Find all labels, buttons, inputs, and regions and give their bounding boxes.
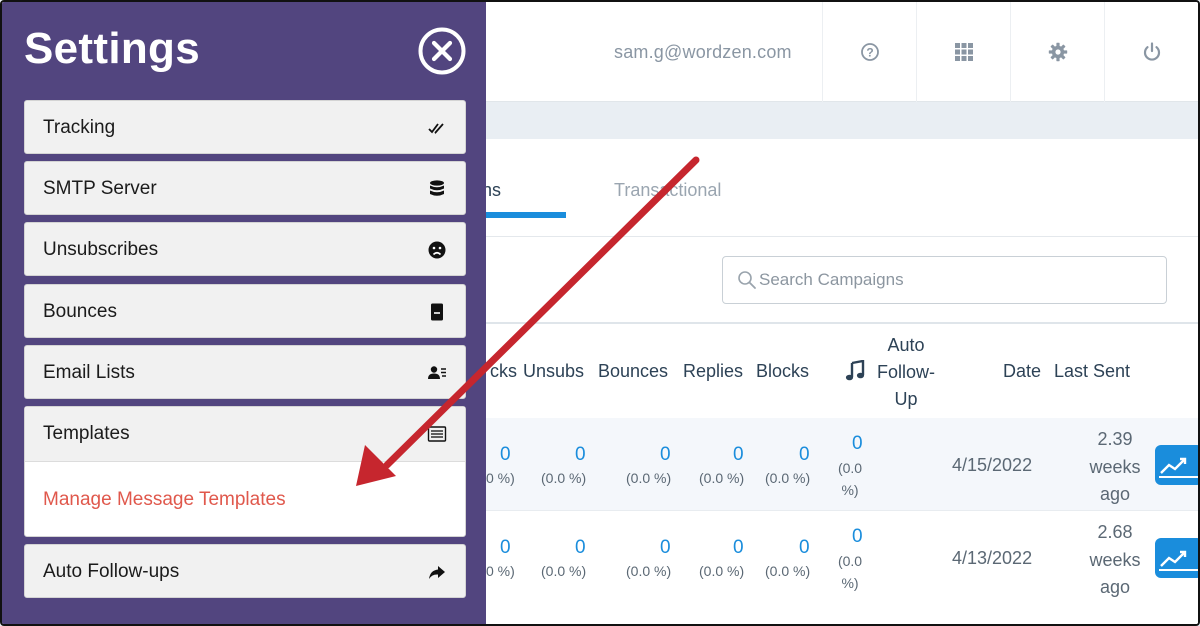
settings-item-email-lists[interactable]: Email Lists (24, 345, 466, 399)
table-header-divider (382, 322, 1198, 324)
music-note-icon (845, 360, 865, 381)
apps-button[interactable] (916, 2, 1010, 102)
auto-follow-up-line-3: Up (894, 389, 918, 409)
column-header-auto-follow-up[interactable]: Auto Follow- Up (870, 332, 942, 413)
blocks-percent: (0.0 %) (765, 563, 811, 579)
apps-grid-icon (954, 43, 973, 61)
help-button[interactable]: ? (822, 2, 916, 102)
bounces-count[interactable]: 0 (660, 537, 671, 559)
last-sent-cell: 2.39 weeks ago (1075, 426, 1155, 509)
settings-item-auto-follow-ups[interactable]: Auto Follow-ups (24, 544, 466, 598)
blocks-percent: (0.0 %) (765, 470, 811, 486)
replies-percent: (0.0 %) (699, 563, 745, 579)
column-header-date[interactable]: Date (1003, 361, 1041, 382)
search-box[interactable] (722, 256, 1167, 304)
auto-follow-up-percent: (0.0%) (830, 550, 870, 594)
auto-follow-up-line-1: Auto (887, 335, 925, 355)
search-input[interactable] (759, 270, 1139, 290)
settings-item-label: Unsubscribes (43, 239, 159, 260)
unsubs-count[interactable]: 0 (575, 537, 586, 559)
manage-message-templates-link[interactable]: Manage Message Templates (43, 489, 286, 511)
svg-text:?: ? (866, 46, 873, 60)
user-email[interactable]: sam.g@wordzen.com (614, 42, 792, 63)
settings-item-smtp-server[interactable]: SMTP Server (24, 161, 466, 215)
settings-item-bounces[interactable]: Bounces (24, 284, 466, 338)
trend-chart-icon (1159, 550, 1198, 571)
help-icon: ? (860, 43, 879, 61)
settings-button[interactable] (1010, 2, 1104, 102)
date-cell: 4/13/2022 (952, 548, 1033, 568)
settings-item-label: Email Lists (43, 362, 135, 383)
settings-item-label: Auto Follow-ups (43, 561, 180, 582)
bounce-icon (431, 303, 443, 321)
trend-chart-icon (1159, 457, 1198, 478)
column-header-unsubs[interactable]: Unsubs (523, 361, 584, 382)
bounces-percent: (0.0 %) (626, 470, 672, 486)
date-cell: 4/15/2022 (952, 455, 1033, 475)
settings-item-tracking[interactable]: Tracking (24, 100, 466, 154)
last-sent-value: 2.39 (1097, 429, 1133, 449)
replies-count[interactable]: 0 (733, 444, 744, 466)
column-header-blocks[interactable]: Blocks (756, 361, 809, 382)
last-sent-unit: weeks (1089, 456, 1141, 477)
settings-item-templates-expanded: Templates Manage Message Templates (24, 406, 466, 537)
settings-item-unsubscribes[interactable]: Unsubscribes (24, 222, 466, 276)
settings-item-label: Tracking (43, 117, 116, 138)
tab-transactional[interactable]: Transactional (614, 180, 721, 201)
double-check-icon (428, 123, 444, 134)
settings-gear-icon (1048, 42, 1067, 62)
column-header-bounces[interactable]: Bounces (598, 361, 668, 382)
settings-item-templates[interactable]: Templates (25, 407, 465, 462)
auto-follow-up-percent: (0.0%) (830, 457, 870, 501)
replies-count[interactable]: 0 (733, 537, 744, 559)
tabs-divider (382, 236, 1198, 237)
settings-item-label: Bounces (43, 301, 117, 322)
column-header-clicks[interactable]: cks (490, 361, 517, 382)
share-arrow-icon (429, 566, 445, 579)
auto-follow-up-line-2: Follow- (876, 362, 935, 382)
clicks-percent: 0 %) (486, 470, 515, 486)
unsubs-count[interactable]: 0 (575, 444, 586, 466)
auto-follow-up-count[interactable]: 0 (852, 433, 863, 455)
unsubs-percent: (0.0 %) (541, 563, 587, 579)
auto-follow-up-percent-line-2: %) (841, 482, 859, 498)
auto-follow-up-percent-line-1: (0.0 (837, 553, 863, 569)
clicks-percent: 0 %) (486, 563, 515, 579)
last-sent-cell: 2.68 weeks ago (1075, 519, 1155, 602)
power-icon (1143, 42, 1160, 61)
close-button[interactable] (418, 27, 466, 75)
unsubs-percent: (0.0 %) (541, 470, 587, 486)
last-sent-suffix: ago (1099, 577, 1131, 597)
database-icon (430, 180, 444, 196)
close-icon (418, 27, 466, 75)
column-header-last-sent[interactable]: Last Sent (1054, 361, 1130, 382)
clicks-count[interactable]: 0 (500, 537, 511, 559)
settings-panel: Settings Tracking SMTP Server Unsubscrib… (2, 2, 486, 624)
sad-face-icon (428, 241, 446, 259)
column-header-replies[interactable]: Replies (683, 361, 743, 382)
bounces-percent: (0.0 %) (626, 563, 672, 579)
settings-item-label: SMTP Server (43, 178, 157, 199)
stats-button[interactable] (1155, 538, 1198, 578)
auto-follow-up-percent-line-2: %) (841, 575, 859, 591)
last-sent-value: 2.68 (1097, 522, 1133, 542)
blocks-count[interactable]: 0 (799, 444, 810, 466)
replies-percent: (0.0 %) (699, 470, 745, 486)
clicks-count[interactable]: 0 (500, 444, 511, 466)
contacts-list-icon (428, 366, 446, 379)
settings-item-label: Templates (43, 423, 130, 444)
auto-follow-up-count[interactable]: 0 (852, 526, 863, 548)
stats-button[interactable] (1155, 445, 1198, 485)
auto-follow-up-percent-line-1: (0.0 (837, 460, 863, 476)
app-window: sam.g@wordzen.com ? igns Transactional c… (0, 0, 1200, 626)
search-icon (738, 271, 756, 289)
template-list-icon (427, 426, 447, 442)
blocks-count[interactable]: 0 (799, 537, 810, 559)
last-sent-unit: weeks (1089, 549, 1141, 570)
bounces-count[interactable]: 0 (660, 444, 671, 466)
logout-button[interactable] (1104, 2, 1198, 102)
last-sent-suffix: ago (1099, 484, 1131, 504)
settings-title: Settings (24, 24, 200, 73)
